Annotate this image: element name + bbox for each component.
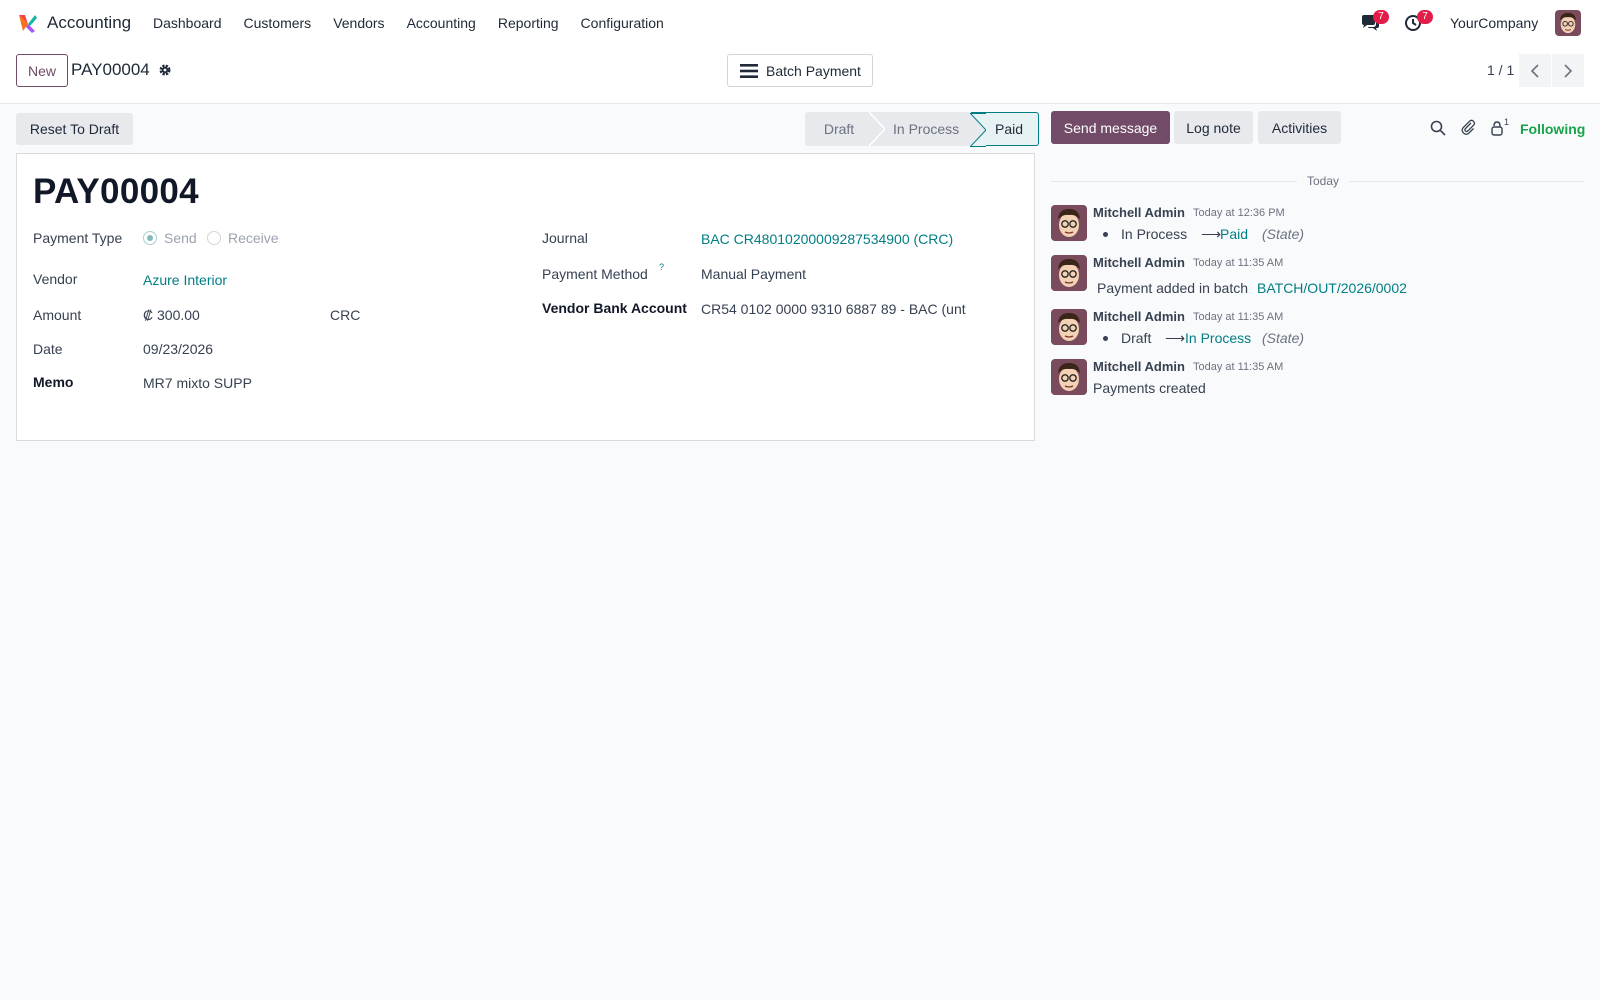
list-bullet: [1103, 232, 1108, 237]
payment-method-field[interactable]: Manual Payment: [701, 266, 806, 282]
chevron-left-icon: [1530, 63, 1539, 78]
top-navbar: Accounting Dashboard Customers Vendors A…: [0, 0, 1600, 46]
company-switcher[interactable]: YourCompany: [1450, 15, 1538, 31]
stage-in-process-label: In Process: [893, 121, 960, 137]
list-icon: [740, 63, 758, 78]
batch-payment-button[interactable]: Batch Payment: [727, 54, 873, 87]
message-date: Today at 12:36 PM: [1193, 207, 1285, 219]
menu-dashboard[interactable]: Dashboard: [142, 15, 233, 31]
paperclip-icon[interactable]: [1460, 119, 1476, 135]
gear-icon[interactable]: [158, 63, 172, 77]
avatar[interactable]: [1051, 205, 1087, 241]
avatar[interactable]: [1051, 255, 1087, 291]
payment-method-label: Payment Method: [542, 266, 648, 282]
app-name[interactable]: Accounting: [47, 13, 131, 33]
message-body: Payments created: [1093, 380, 1206, 396]
menu-customers[interactable]: Customers: [233, 15, 323, 31]
log-note-button[interactable]: Log note: [1174, 111, 1253, 144]
amount-field[interactable]: ₡ 300.00: [143, 307, 200, 323]
status-bar: Draft In Process Paid: [805, 112, 1039, 147]
day-label: Today: [1297, 174, 1350, 188]
search-icon[interactable]: [1430, 120, 1446, 136]
memo-label: Memo: [33, 374, 74, 390]
stage-separator: [970, 113, 986, 147]
new-button[interactable]: New: [16, 54, 68, 87]
vendor-bank-account-field[interactable]: CR54 0102 0000 9310 6887 89 - BAC (unt: [701, 301, 966, 317]
tracking-old-value: Draft: [1121, 330, 1152, 346]
messages-badge: 7: [1373, 10, 1389, 24]
batch-payment-label: Batch Payment: [766, 62, 861, 79]
vendor-bank-account-label: Vendor Bank Account: [542, 300, 687, 316]
payment-type-send-label: Send: [164, 230, 197, 246]
payment-type-receive-radio[interactable]: [207, 231, 221, 245]
payment-type-receive-label: Receive: [228, 230, 279, 246]
breadcrumb-record-name: PAY00004: [71, 60, 150, 79]
tracking-new-value: Paid: [1220, 226, 1249, 242]
vendor-label: Vendor: [33, 271, 78, 287]
tracking-field-name: (State): [1262, 330, 1305, 346]
stage-separator: [869, 112, 885, 146]
menu-vendors[interactable]: Vendors: [322, 15, 395, 31]
reset-to-draft-button[interactable]: Reset To Draft: [16, 113, 133, 145]
batch-link[interactable]: BATCH/OUT/2026/0002: [1257, 280, 1407, 296]
journal-label: Journal: [542, 230, 588, 246]
message-author[interactable]: Mitchell Admin: [1093, 255, 1185, 270]
tracking-field-name: (State): [1262, 226, 1305, 242]
stage-draft[interactable]: Draft: [805, 112, 869, 146]
arrow-right-icon: ⟶: [1165, 330, 1186, 346]
message-author[interactable]: Mitchell Admin: [1093, 205, 1185, 220]
arrow-right-icon: ⟶: [1201, 226, 1222, 242]
pager-value[interactable]: 1 / 1: [1487, 62, 1514, 78]
menu-reporting[interactable]: Reporting: [487, 15, 570, 31]
following-button[interactable]: Following: [1520, 121, 1585, 137]
main-menu: Dashboard Customers Vendors Accounting R…: [142, 0, 675, 46]
control-panel: New PAY00004 Batch Payment 1 / 1: [0, 46, 1600, 104]
currency-field[interactable]: CRC: [330, 307, 360, 323]
tracking-new-value: In Process: [1185, 330, 1252, 346]
list-bullet: [1103, 336, 1108, 341]
page-title: PAY00004: [33, 172, 199, 211]
accounting-app-icon[interactable]: [16, 12, 38, 34]
pager-next-button[interactable]: [1552, 54, 1584, 87]
message-date: Today at 11:35 AM: [1193, 257, 1284, 269]
amount-label: Amount: [33, 307, 82, 323]
memo-field[interactable]: MR7 mixto SUPP: [143, 375, 252, 391]
menu-configuration[interactable]: Configuration: [570, 15, 675, 31]
avatar[interactable]: [1051, 359, 1087, 395]
payment-type-send-radio[interactable]: [143, 231, 157, 245]
avatar[interactable]: [1051, 309, 1087, 345]
date-label: Date: [33, 341, 63, 357]
menu-accounting[interactable]: Accounting: [396, 15, 487, 31]
tracking-old-value: In Process: [1121, 226, 1188, 242]
message-author[interactable]: Mitchell Admin: [1093, 309, 1185, 324]
payment-type-label: Payment Type: [33, 230, 123, 246]
send-message-button[interactable]: Send message: [1051, 111, 1170, 144]
followers-user-icon[interactable]: [1489, 120, 1505, 136]
activities-badge: 7: [1417, 10, 1433, 24]
stage-paid-label: Paid: [995, 121, 1024, 137]
follower-count: 1: [1504, 117, 1510, 127]
payment-method-help-icon[interactable]: ?: [659, 262, 664, 272]
message-body: Payment added in batch: [1097, 280, 1248, 296]
message-author[interactable]: Mitchell Admin: [1093, 359, 1185, 374]
payment-form-sheet: PAY00004 Payment Type Send Receive Vendo…: [16, 153, 1035, 441]
activities-button[interactable]: Activities: [1258, 111, 1341, 144]
message-date: Today at 11:35 AM: [1193, 311, 1284, 323]
user-avatar[interactable]: [1555, 10, 1581, 36]
stage-paid[interactable]: Paid: [970, 112, 1039, 147]
message-date: Today at 11:35 AM: [1193, 361, 1284, 373]
stage-in-process[interactable]: In Process: [869, 112, 971, 146]
date-field[interactable]: 09/23/2026: [143, 341, 213, 357]
journal-field[interactable]: BAC CR48010200009287534900 (CRC): [701, 231, 953, 247]
chevron-right-icon: [1564, 63, 1573, 78]
vendor-field[interactable]: Azure Interior: [143, 272, 227, 288]
pager-previous-button[interactable]: [1519, 54, 1551, 87]
